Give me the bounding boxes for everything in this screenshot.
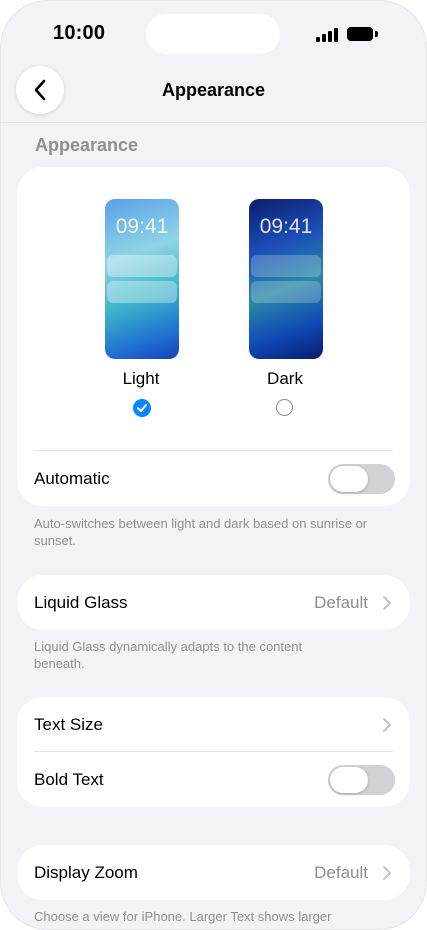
liquid-glass-label: Liquid Glass [34, 592, 128, 612]
section-header-appearance: Appearance [35, 135, 139, 155]
text-card: Text Size Bold Text [17, 697, 410, 807]
battery-tip [375, 31, 378, 37]
light-mode-label: Light [122, 369, 160, 388]
light-mode-radio[interactable] [133, 399, 151, 417]
battery-icon [347, 27, 373, 41]
automatic-label: Automatic [34, 468, 110, 488]
chevron-right-icon [383, 865, 391, 880]
light-mode-preview[interactable]: 09:41 [105, 199, 179, 359]
checkmark-icon [137, 404, 147, 412]
liquid-glass-card: Liquid Glass Default [17, 575, 410, 630]
display-zoom-value: Default [314, 862, 368, 882]
bold-text-label: Bold Text [34, 769, 104, 789]
toggle-knob [330, 465, 368, 492]
liquid-glass-footnote: Liquid Glass dynamically adapts to the c… [34, 639, 303, 671]
display-zoom-row[interactable]: Display Zoom Default [17, 845, 410, 900]
dark-preview-widget [251, 281, 321, 303]
dark-preview-time: 09:41 [259, 215, 313, 238]
chevron-right-icon [383, 595, 391, 610]
bold-text-toggle[interactable] [328, 764, 395, 795]
text-size-row[interactable]: Text Size [17, 697, 410, 752]
liquid-glass-row[interactable]: Liquid Glass Default [17, 575, 410, 630]
status-time: 10:00 [53, 22, 106, 44]
status-bar: 10:00 [0, 0, 427, 64]
automatic-footnote: Auto-switches between light and dark bas… [34, 516, 368, 548]
appearance-card: 09:41 Light 09:41 Dark Automatic [17, 167, 410, 506]
display-zoom-label: Display Zoom [34, 862, 138, 882]
chevron-right-icon [383, 717, 391, 732]
light-preview-widget [107, 255, 177, 277]
phone-screen: 10:00 Appearance Appearance 09:41 Light [0, 0, 427, 930]
display-zoom-card: Display Zoom Default [17, 845, 410, 900]
light-preview-widget [107, 281, 177, 303]
light-preview-time: 09:41 [115, 215, 169, 238]
toggle-knob [330, 766, 368, 793]
liquid-glass-value: Default [314, 592, 368, 612]
dark-mode-radio[interactable] [276, 399, 293, 416]
dark-mode-preview[interactable]: 09:41 [249, 199, 323, 359]
dark-mode-label: Dark [267, 369, 303, 388]
bold-text-row: Bold Text [17, 752, 410, 807]
display-zoom-footnote: Choose a view for iPhone. Larger Text sh… [34, 909, 332, 924]
automatic-toggle[interactable] [328, 463, 395, 494]
automatic-row: Automatic [17, 451, 410, 506]
cellular-signal-icon [316, 28, 338, 42]
nav-divider [0, 122, 427, 123]
text-size-label: Text Size [34, 714, 103, 734]
page-title: Appearance [161, 80, 266, 100]
dark-preview-widget [251, 255, 321, 277]
dynamic-island [146, 14, 280, 54]
